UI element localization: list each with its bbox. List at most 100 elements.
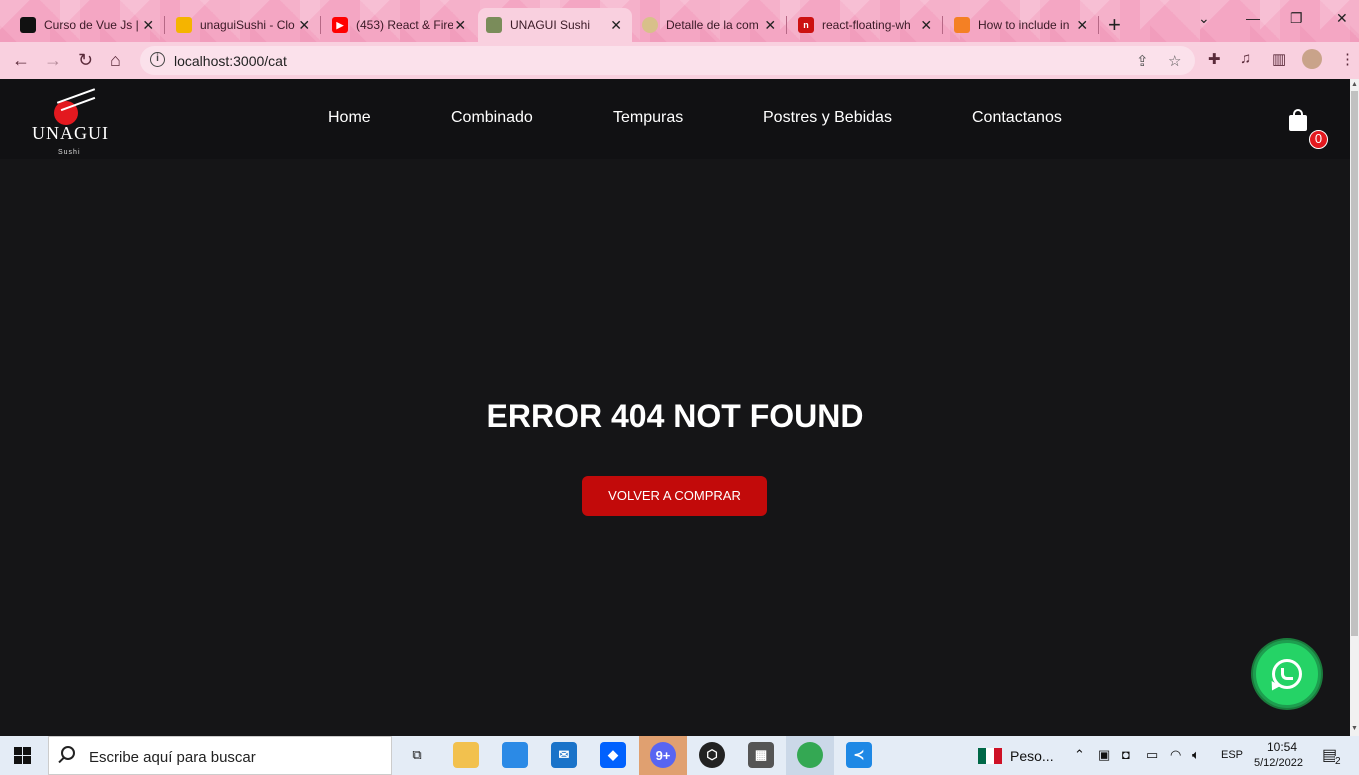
- close-tab-icon[interactable]: ✕: [763, 17, 778, 34]
- scroll-down-icon[interactable]: ▼: [1351, 725, 1358, 732]
- task-view-icon[interactable]: ⧉: [404, 742, 430, 768]
- error-title: ERROR 404 NOT FOUND: [486, 398, 864, 434]
- chrome-icon[interactable]: [797, 742, 823, 768]
- back-to-shop-button[interactable]: VOLVER A COMPRAR: [582, 476, 767, 516]
- close-tab-icon[interactable]: ✕: [608, 17, 624, 34]
- tab-search-icon[interactable]: ⌄: [1198, 10, 1210, 27]
- close-tab-icon[interactable]: ✕: [1075, 17, 1090, 34]
- close-tab-icon[interactable]: ✕: [453, 17, 468, 34]
- notifications-count: 2: [1335, 756, 1341, 767]
- whatsapp-floating-button[interactable]: [1253, 640, 1321, 708]
- cart-count-badge: 0: [1309, 130, 1328, 149]
- scrollbar-thumb[interactable]: [1351, 91, 1358, 636]
- tab-title: Curso de Vue Js |: [44, 18, 139, 32]
- new-tab-button[interactable]: +: [1108, 12, 1121, 38]
- tab-title: How to include in: [978, 18, 1070, 32]
- nav-link-tempuras[interactable]: Tempuras: [613, 109, 683, 127]
- bag-body: [1289, 115, 1307, 131]
- tab-separator: [320, 16, 321, 34]
- vscode-icon[interactable]: ≺: [846, 742, 872, 768]
- tab-title: UNAGUI Sushi: [510, 18, 591, 32]
- forward-icon[interactable]: →: [44, 50, 62, 71]
- close-tab-icon[interactable]: ✕: [297, 17, 312, 34]
- meet-now-icon[interactable]: ▣: [1098, 747, 1110, 763]
- browser-tab[interactable]: Curso de Vue Js | ✕: [12, 8, 164, 42]
- back-icon[interactable]: ←: [12, 50, 30, 71]
- youtube-favicon-icon: ▶: [332, 17, 348, 33]
- menu-kebab-icon[interactable]: ⋮: [1340, 50, 1355, 68]
- browser-tab[interactable]: unaguiSushi - Clo ✕: [168, 8, 320, 42]
- browser-tab[interactable]: How to include in ✕: [946, 8, 1098, 42]
- tab-favicon-icon: [642, 17, 658, 33]
- site-info-icon[interactable]: i: [150, 52, 165, 67]
- tab-separator: [164, 16, 165, 34]
- bookmark-star-icon[interactable]: ☆: [1168, 52, 1181, 70]
- search-icon: [61, 746, 75, 760]
- profile-avatar[interactable]: [1302, 49, 1322, 69]
- media-control-icon[interactable]: ♫: [1240, 50, 1251, 67]
- tab-favicon-icon: [486, 17, 502, 33]
- tab-title: (453) React & Fire: [356, 18, 453, 32]
- address-bar[interactable]: i localhost:3000/cat ⇪ ☆: [140, 46, 1195, 75]
- tab-title: Detalle de la com: [666, 18, 759, 32]
- phone-icon: [1281, 668, 1293, 680]
- site-header: UNAGUI Sushi Home Combinado Tempuras Pos…: [0, 79, 1359, 159]
- file-explorer-icon[interactable]: [453, 742, 479, 768]
- nav-link-combinado[interactable]: Combinado: [451, 109, 533, 127]
- tab-favicon-icon: [176, 17, 192, 33]
- nav-link-home[interactable]: Home: [328, 109, 371, 127]
- tab-separator: [1098, 16, 1099, 34]
- close-tab-icon[interactable]: ✕: [919, 17, 934, 34]
- wifi-icon[interactable]: ◠: [1170, 747, 1181, 763]
- browser-toolbar: ← → ↻ ⌂ i localhost:3000/cat ⇪ ☆ ✚ ♫ ▥ ⋮: [0, 42, 1359, 79]
- restore-button[interactable]: ❐: [1290, 10, 1303, 27]
- url-text[interactable]: localhost:3000/cat: [174, 53, 287, 69]
- browser-tab-bar: Curso de Vue Js | ✕ unaguiSushi - Clo ✕ …: [0, 0, 1359, 42]
- side-panel-icon[interactable]: ▥: [1272, 50, 1286, 68]
- reload-icon[interactable]: ↻: [78, 50, 93, 71]
- browser-tab[interactable]: ▶ (453) React & Fire ✕: [324, 8, 476, 42]
- search-placeholder: Escribe aquí para buscar: [89, 749, 256, 766]
- dropbox-icon[interactable]: ◆: [600, 742, 626, 768]
- chevron-up-icon[interactable]: ⌃: [1074, 747, 1085, 763]
- tab-title: react-floating-wh: [822, 18, 911, 32]
- currency-widget[interactable]: Peso...: [1010, 748, 1054, 764]
- clock-date[interactable]: 5/12/2022: [1254, 757, 1303, 769]
- mexico-flag-icon: [978, 748, 1002, 764]
- taskbar-search-box[interactable]: Escribe aquí para buscar: [48, 736, 392, 775]
- browser-tab-active[interactable]: UNAGUI Sushi ✕: [478, 8, 632, 42]
- github-desktop-icon[interactable]: ⬡: [699, 742, 725, 768]
- share-icon[interactable]: ⇪: [1136, 52, 1149, 70]
- shopping-bag-icon[interactable]: [1288, 109, 1308, 131]
- tab-separator: [786, 16, 787, 34]
- clock-time[interactable]: 10:54: [1267, 740, 1297, 754]
- tab-favicon-icon: [20, 17, 36, 33]
- logo-sub-text: Sushi: [58, 149, 81, 156]
- nav-link-contactanos[interactable]: Contactanos: [972, 109, 1062, 127]
- home-icon[interactable]: ⌂: [110, 50, 121, 71]
- browser-tab[interactable]: Detalle de la com ✕: [634, 8, 786, 42]
- windows-taskbar: Escribe aquí para buscar ⧉ ✉ ◆ 9+ ⬡ ▦ ≺ …: [0, 736, 1359, 775]
- page-scrollbar[interactable]: ▲ ▼: [1350, 79, 1359, 736]
- logo-brand-text: UNAGUI: [32, 123, 109, 143]
- calculator-icon[interactable]: ▦: [748, 742, 774, 768]
- windows-start-icon[interactable]: [14, 747, 31, 764]
- discord-icon[interactable]: 9+: [650, 742, 676, 768]
- mail-icon[interactable]: ✉: [551, 742, 577, 768]
- npm-favicon-icon: n: [798, 17, 814, 33]
- stackoverflow-favicon-icon: [954, 17, 970, 33]
- battery-icon[interactable]: ▭: [1146, 747, 1158, 763]
- close-tab-icon[interactable]: ✕: [141, 17, 156, 34]
- scroll-up-icon[interactable]: ▲: [1351, 81, 1358, 88]
- language-indicator[interactable]: ESP: [1221, 749, 1243, 761]
- browser-tab[interactable]: n react-floating-wh ✕: [790, 8, 942, 42]
- minimize-button[interactable]: —: [1246, 10, 1260, 26]
- logo-chopstick-icon: [56, 88, 96, 104]
- close-window-button[interactable]: ✕: [1336, 10, 1348, 27]
- ms-store-icon[interactable]: [502, 742, 528, 768]
- extensions-icon[interactable]: ✚: [1208, 50, 1221, 68]
- volume-icon[interactable]: 🔈︎: [1192, 747, 1200, 763]
- nav-link-postres-bebidas[interactable]: Postres y Bebidas: [763, 109, 892, 127]
- camera-icon[interactable]: ◘: [1122, 747, 1130, 762]
- site-logo[interactable]: UNAGUI Sushi: [28, 85, 108, 159]
